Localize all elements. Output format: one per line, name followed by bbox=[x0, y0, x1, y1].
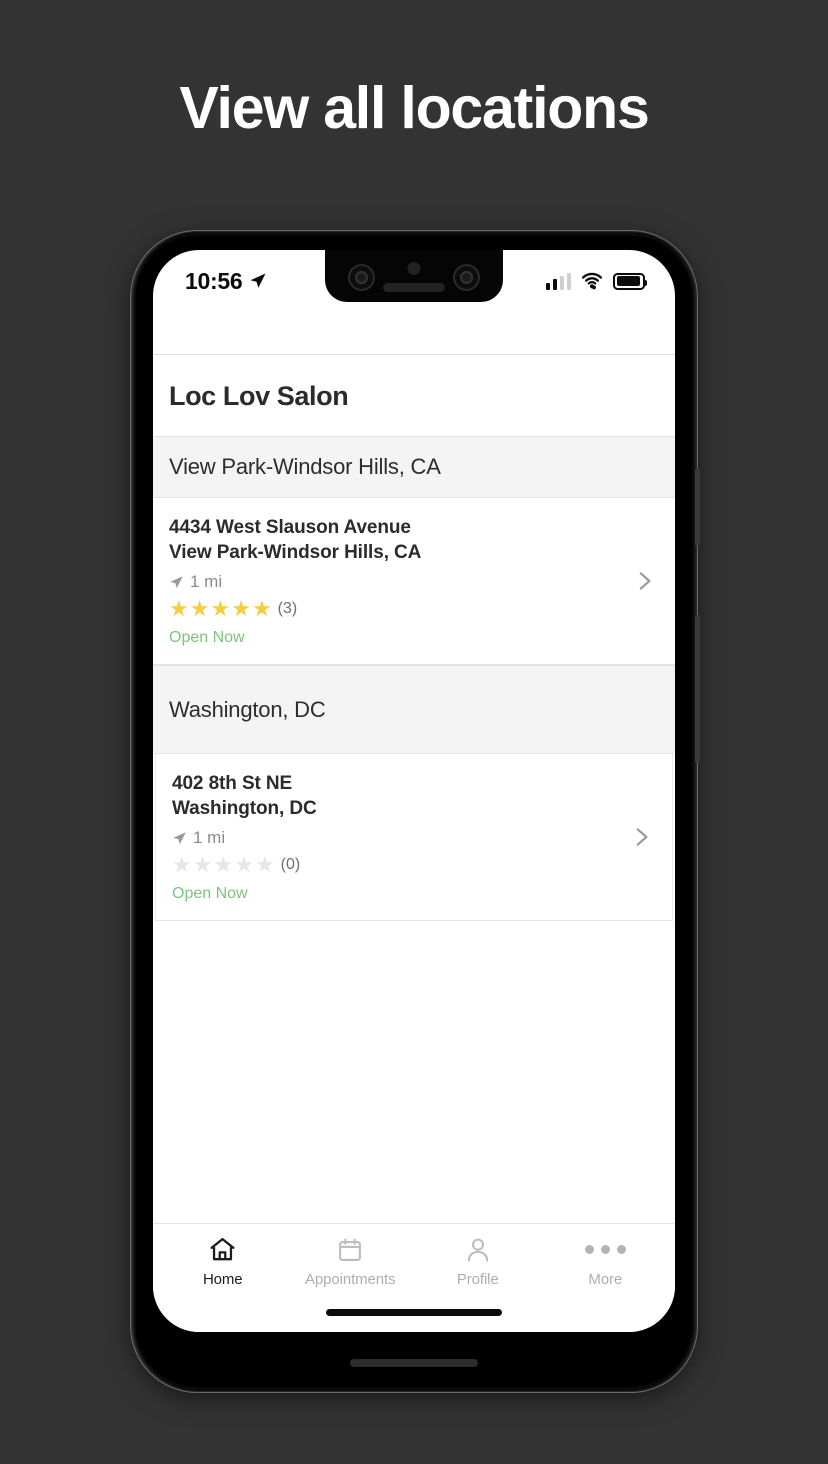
section-header-view-park: View Park-Windsor Hills, CA bbox=[153, 436, 675, 498]
list-item[interactable]: 402 8th St NE Washington, DC 1 mi ★ ★ ★ bbox=[155, 754, 673, 922]
location-address-line2: View Park-Windsor Hills, CA bbox=[169, 542, 422, 564]
proximity-sensor-icon bbox=[407, 262, 421, 275]
chevron-right-icon[interactable] bbox=[631, 568, 657, 594]
star-icon: ★ bbox=[169, 596, 189, 622]
tab-appointments[interactable]: Appointments bbox=[287, 1235, 415, 1288]
location-distance: 1 mi bbox=[169, 572, 619, 592]
home-indicator[interactable] bbox=[326, 1308, 502, 1316]
location-details: 402 8th St NE Washington, DC 1 mi ★ ★ ★ bbox=[172, 771, 616, 903]
navigation-arrow-icon bbox=[173, 832, 186, 844]
power-button[interactable] bbox=[695, 615, 700, 763]
star-icon: ★ bbox=[172, 852, 192, 878]
app-header: Loc Lov Salon bbox=[153, 354, 675, 436]
section-header-label: View Park-Windsor Hills, CA bbox=[169, 454, 441, 479]
home-indicator-area bbox=[153, 1292, 675, 1332]
star-icon: ★ bbox=[213, 852, 234, 878]
star-rating: ★ ★ ★ ★ ★ bbox=[172, 854, 275, 876]
tab-more[interactable]: More bbox=[542, 1235, 670, 1288]
star-icon: ★ bbox=[254, 852, 275, 878]
rating-count: (0) bbox=[280, 856, 301, 874]
screen-top-spacer bbox=[153, 312, 675, 354]
location-distance-label: 1 mi bbox=[193, 828, 226, 848]
location-details: 4434 West Slauson Avenue View Park-Winds… bbox=[169, 515, 619, 647]
ellipsis-icon bbox=[584, 1235, 626, 1264]
calendar-icon bbox=[336, 1235, 364, 1264]
section-header-label: Washington, DC bbox=[169, 697, 326, 723]
camera-lens-icon bbox=[348, 264, 375, 291]
star-icon: ★ bbox=[192, 852, 213, 878]
earpiece-speaker-icon bbox=[383, 283, 445, 292]
tab-label: More bbox=[588, 1271, 623, 1288]
rating-row: ★ ★ ★ ★ ★ (0) bbox=[172, 854, 616, 876]
status-badge: Open Now bbox=[169, 629, 245, 647]
star-icon: ★ bbox=[234, 852, 254, 878]
bottom-tab-bar: Home Appointments Profile More bbox=[153, 1223, 675, 1292]
tab-home[interactable]: Home bbox=[159, 1235, 287, 1288]
star-icon: ★ bbox=[189, 596, 210, 622]
status-bar-right bbox=[545, 272, 647, 290]
location-address-line1: 4434 West Slauson Avenue bbox=[169, 517, 411, 538]
chevron-right-icon[interactable] bbox=[628, 824, 654, 850]
star-icon: ★ bbox=[210, 596, 231, 622]
star-rating: ★ ★ ★ ★ ★ bbox=[169, 598, 272, 620]
navigation-arrow-icon bbox=[250, 273, 266, 288]
phone-screen: 10:56 Loc Lov Salon View Park-Windsor Hi… bbox=[153, 250, 675, 1332]
star-icon: ★ bbox=[231, 596, 251, 622]
camera-lens-icon bbox=[453, 264, 480, 291]
tab-label: Home bbox=[202, 1271, 243, 1288]
status-bar-clock: 10:56 bbox=[185, 267, 243, 294]
home-icon bbox=[208, 1235, 237, 1264]
cellular-signal-icon bbox=[545, 272, 571, 290]
tab-label: Profile bbox=[456, 1271, 499, 1288]
location-address-line2: Washington, DC bbox=[172, 798, 317, 820]
tab-label: Appointments bbox=[304, 1271, 396, 1288]
person-icon bbox=[464, 1235, 492, 1264]
tab-profile[interactable]: Profile bbox=[414, 1235, 542, 1288]
navigation-arrow-icon bbox=[170, 575, 183, 588]
status-bar-left: 10:56 bbox=[185, 268, 267, 295]
rating-count: (3) bbox=[277, 600, 298, 618]
phone-device-frame: 10:56 Loc Lov Salon View Park-Windsor Hi… bbox=[131, 231, 700, 1392]
rating-row: ★ ★ ★ ★ ★ (3) bbox=[169, 598, 619, 620]
status-badge: Open Now bbox=[172, 885, 248, 903]
wifi-icon bbox=[582, 272, 602, 290]
speaker-grille-icon bbox=[350, 1359, 478, 1367]
page-title: Loc Lov Salon bbox=[169, 381, 349, 411]
section-header-washington: Washington, DC bbox=[153, 665, 675, 755]
device-notch bbox=[325, 250, 503, 302]
location-distance-label: 1 mi bbox=[190, 572, 223, 592]
location-distance: 1 mi bbox=[172, 828, 616, 848]
promo-heading: View all locations bbox=[179, 75, 649, 141]
star-icon: ★ bbox=[251, 596, 272, 622]
volume-button[interactable] bbox=[695, 468, 700, 546]
battery-icon bbox=[613, 272, 647, 290]
location-address-line1: 402 8th St NE bbox=[172, 773, 293, 795]
list-item[interactable]: 4434 West Slauson Avenue View Park-Winds… bbox=[153, 498, 675, 666]
locations-list-empty-area bbox=[153, 921, 675, 1223]
